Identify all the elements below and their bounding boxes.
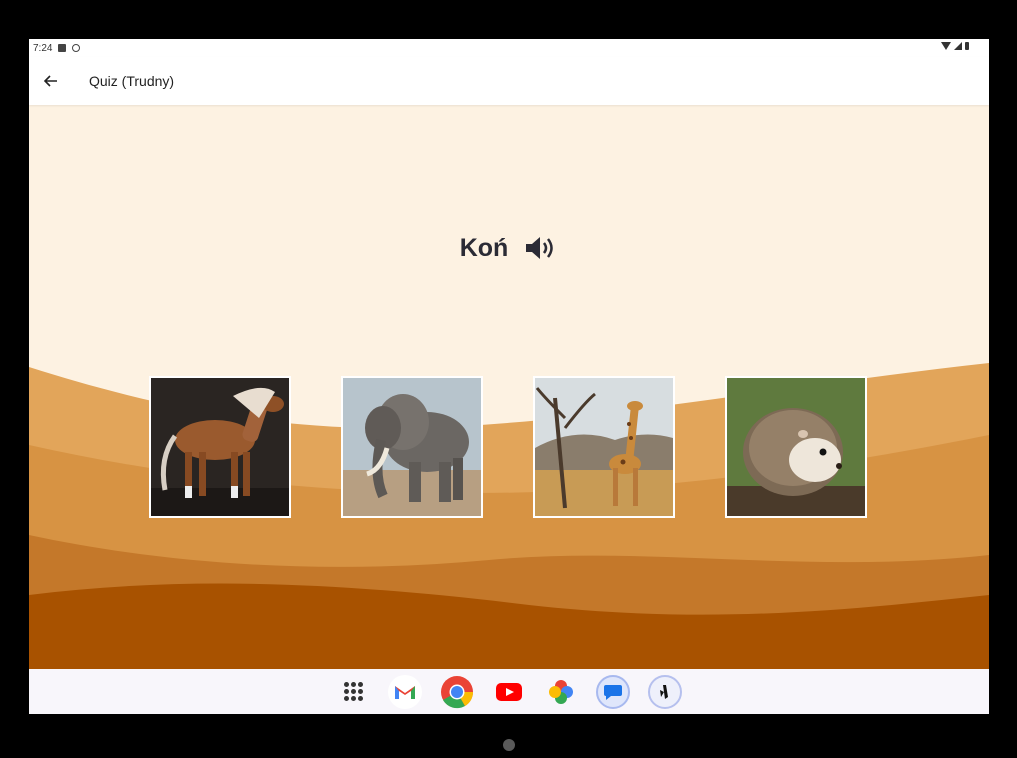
option-giraffe[interactable]	[533, 376, 675, 518]
messages-icon	[604, 684, 622, 700]
sd-card-icon	[58, 44, 67, 52]
app-drawer-button[interactable]	[336, 675, 370, 709]
elephant-photo	[343, 378, 481, 516]
home-button[interactable]	[503, 739, 515, 751]
horse-photo	[151, 378, 289, 516]
taskbar-dock	[29, 669, 989, 714]
quiz-word: Koń	[459, 233, 509, 262]
speaker-icon	[526, 237, 554, 259]
quiz-app-button[interactable]	[648, 674, 682, 709]
gmail-icon	[395, 685, 415, 699]
messages-button[interactable]	[596, 674, 630, 709]
status-time: 7:24	[33, 42, 53, 54]
giraffe-photo	[535, 378, 673, 516]
app-drawer-icon	[343, 682, 363, 701]
chrome-icon	[441, 675, 474, 708]
photos-button[interactable]	[544, 675, 578, 709]
status-bar: 7:24	[29, 39, 989, 57]
sync-icon	[72, 44, 81, 52]
quiz-content: Koń	[29, 105, 989, 669]
app-bar: Quiz (Trudny)	[29, 57, 989, 105]
play-sound-button[interactable]	[522, 230, 558, 266]
answer-options	[149, 376, 869, 518]
hedgehog-photo	[727, 378, 865, 516]
word-row: Koń	[29, 230, 989, 266]
arrow-left-icon	[43, 75, 57, 87]
back-button[interactable]	[31, 61, 71, 101]
signal-icon	[954, 42, 962, 50]
page-title: Quiz (Trudny)	[89, 73, 175, 89]
photos-icon	[549, 679, 573, 704]
option-elephant[interactable]	[341, 376, 483, 518]
wifi-icon	[941, 42, 951, 50]
status-right	[941, 42, 969, 50]
option-horse[interactable]	[149, 376, 291, 518]
app-icon	[660, 684, 668, 699]
youtube-icon	[496, 682, 522, 701]
device-screen: 7:24 Quiz (Trudny) Koń	[29, 39, 989, 714]
battery-icon	[965, 42, 969, 50]
gmail-button[interactable]	[388, 674, 422, 709]
youtube-button[interactable]	[492, 675, 526, 709]
chrome-button[interactable]	[440, 675, 474, 709]
option-hedgehog[interactable]	[725, 376, 867, 518]
